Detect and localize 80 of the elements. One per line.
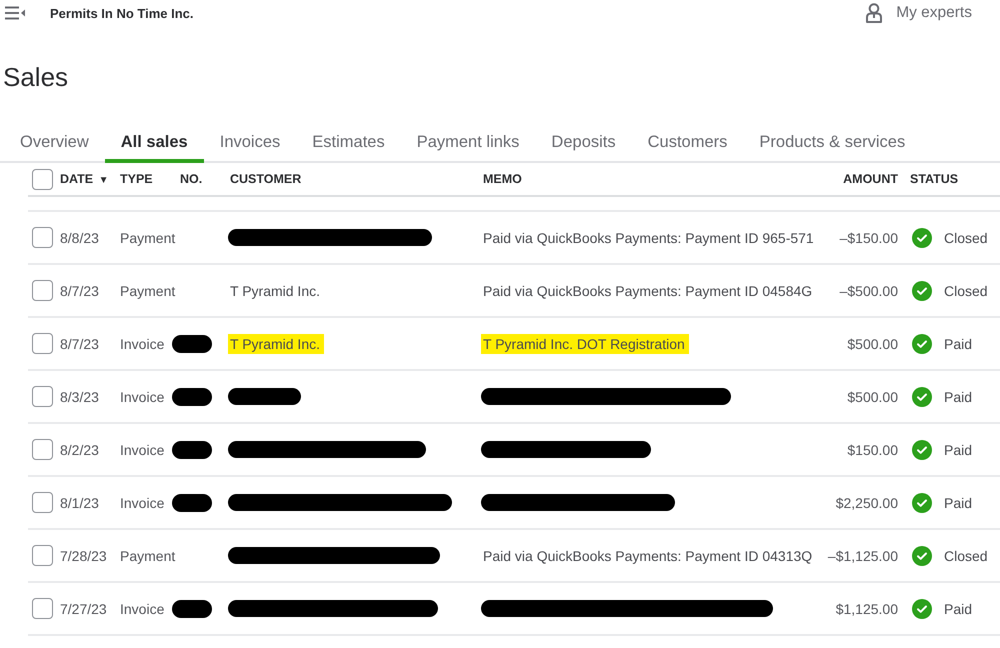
status-text: Paid <box>944 494 972 510</box>
type-text: Payment <box>120 282 176 298</box>
date-text: 8/8/23 <box>60 230 99 246</box>
tab[interactable]: Products & services <box>743 124 922 163</box>
tab[interactable]: Deposits <box>535 124 632 163</box>
menu-icon[interactable] <box>5 6 25 20</box>
check-circle-icon <box>912 280 932 300</box>
type-text: Invoice <box>120 388 164 404</box>
redaction-mark <box>172 334 212 352</box>
row-checkbox[interactable] <box>32 280 53 301</box>
column-header[interactable]: NO. <box>180 172 202 186</box>
check-circle-icon <box>912 492 932 512</box>
status-text: Paid <box>944 388 972 404</box>
row-checkbox[interactable] <box>32 386 53 407</box>
date-text: 8/2/23 <box>60 442 99 458</box>
type-text: Invoice <box>120 336 164 352</box>
date-text: 7/28/23 <box>60 548 107 564</box>
row-checkbox[interactable] <box>32 333 53 354</box>
type-text: Invoice <box>120 494 164 510</box>
tab[interactable]: Customers <box>632 124 744 163</box>
date-text: 8/7/23 <box>60 282 99 298</box>
column-header[interactable]: TYPE <box>120 172 153 186</box>
check-circle-icon <box>912 228 932 248</box>
status-text: Paid <box>944 336 972 352</box>
type-text: Payment <box>120 548 176 564</box>
row-checkbox[interactable] <box>32 227 53 248</box>
amount-text: $1,125.00 <box>836 600 898 616</box>
date-text: 8/1/23 <box>60 494 99 510</box>
memo-text: Paid via QuickBooks Payments: Payment ID 04313Q <box>482 546 814 566</box>
date-text: 7/27/23 <box>60 600 107 616</box>
status-text: Paid <box>944 442 972 458</box>
person-icon <box>866 3 882 23</box>
amount-text: $150.00 <box>847 442 898 458</box>
amount-text: –$150.00 <box>840 230 898 246</box>
amount-text: –$1,125.00 <box>828 548 898 564</box>
memo-text: Paid via QuickBooks Payments: Payment ID 04584G <box>482 282 814 300</box>
company-name: Permits In No Time Inc. <box>50 6 194 20</box>
date-text: 8/3/23 <box>60 388 99 404</box>
tab[interactable]: All sales <box>104 124 204 163</box>
status-text: Closed <box>944 548 988 564</box>
check-circle-icon <box>912 386 932 406</box>
memo-text: T Pyramid Inc. DOT Registration <box>481 334 689 354</box>
column-header[interactable]: AMOUNT <box>843 172 898 186</box>
column-header[interactable]: STATUS <box>910 172 958 186</box>
column-header[interactable]: MEMO <box>483 172 522 186</box>
column-header[interactable]: CUSTOMER <box>230 172 302 186</box>
row-checkbox[interactable] <box>32 598 53 619</box>
my-experts-link[interactable]: My experts <box>866 3 972 23</box>
type-text: Payment <box>120 230 176 246</box>
select-all-checkbox[interactable] <box>32 168 53 190</box>
customer-name: T Pyramid Inc. <box>229 282 321 300</box>
status-text: Closed <box>944 282 988 298</box>
date-text: 8/7/23 <box>60 336 99 352</box>
check-circle-icon <box>912 546 932 566</box>
tab[interactable]: Payment links <box>400 124 536 163</box>
redaction-mark <box>172 388 212 406</box>
tab[interactable]: Estimates <box>296 124 401 163</box>
check-circle-icon <box>912 598 932 618</box>
amount-text: $500.00 <box>847 336 898 352</box>
row-checkbox[interactable] <box>32 492 53 513</box>
amount-text: $500.00 <box>847 388 898 404</box>
status-text: Paid <box>944 600 972 616</box>
status-text: Closed <box>944 230 988 246</box>
memo-text: Paid via QuickBooks Payments: Payment ID 965-571 <box>482 228 815 248</box>
type-text: Invoice <box>120 442 164 458</box>
redaction-mark <box>172 600 212 618</box>
check-circle-icon <box>912 440 932 460</box>
redaction-mark <box>172 440 212 458</box>
redaction-mark <box>172 494 212 512</box>
check-circle-icon <box>912 334 932 354</box>
customer-name: T Pyramid Inc. <box>228 334 324 354</box>
tab[interactable]: Overview <box>4 124 105 163</box>
page-title: Sales <box>3 62 68 92</box>
amount-text: $2,250.00 <box>836 494 898 510</box>
type-text: Invoice <box>120 600 164 616</box>
row-checkbox[interactable] <box>32 545 53 566</box>
tab[interactable]: Invoices <box>204 124 296 163</box>
row-checkbox[interactable] <box>32 439 53 460</box>
amount-text: –$500.00 <box>840 282 898 298</box>
column-header[interactable]: DATE ▼ <box>60 172 108 186</box>
